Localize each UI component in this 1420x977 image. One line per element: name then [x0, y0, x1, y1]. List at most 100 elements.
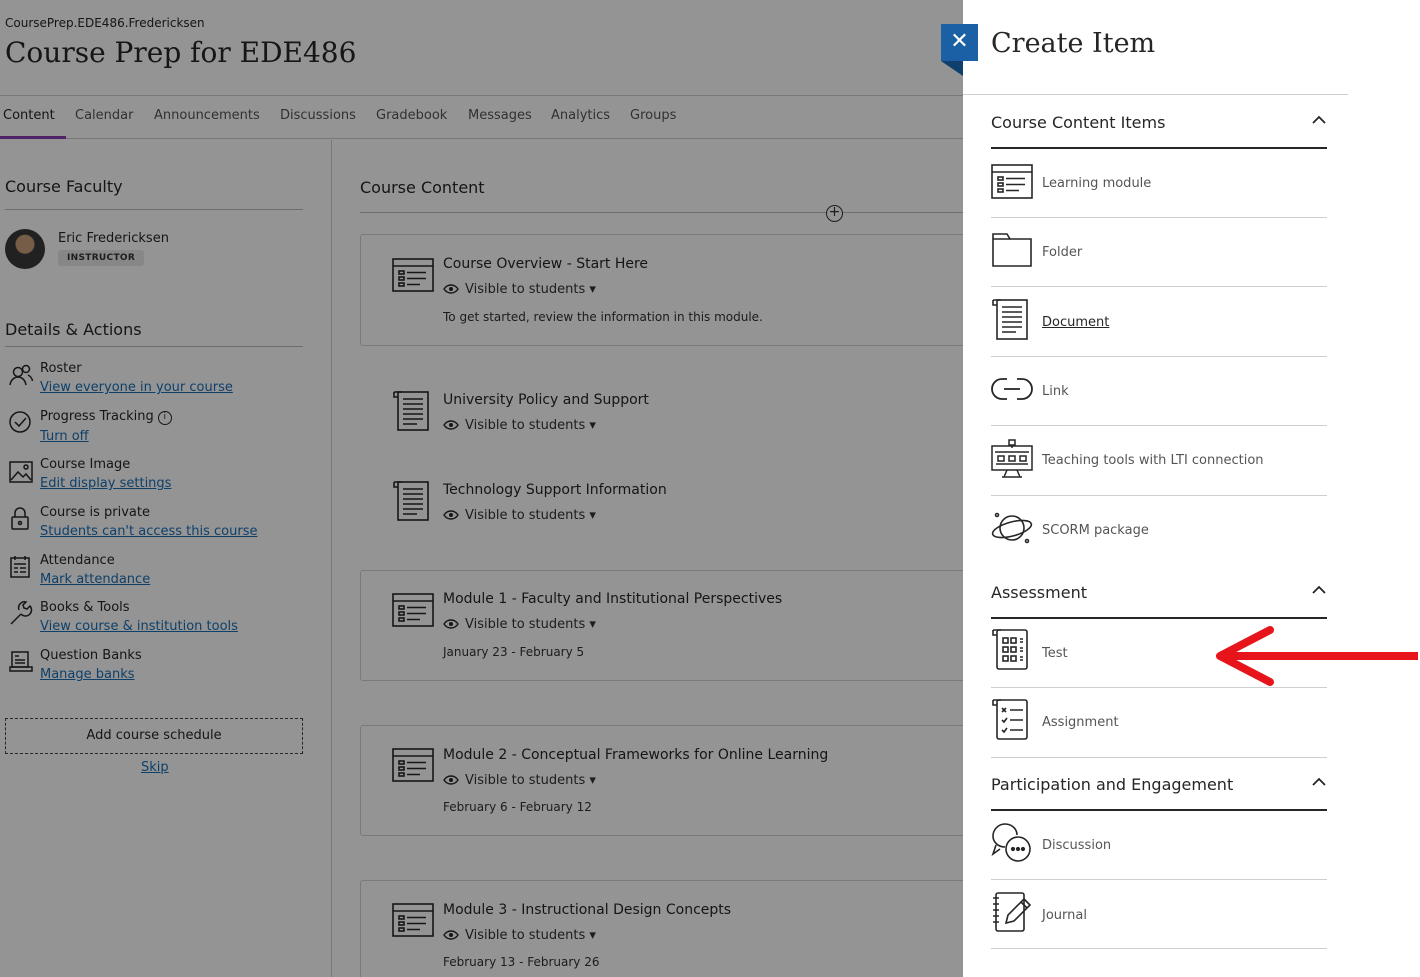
course-page: CoursePrep.EDE486.Fredericksen Course Pr…: [0, 0, 963, 977]
course-id: CoursePrep.EDE486.Fredericksen: [5, 16, 205, 30]
roster-title: Roster: [40, 361, 82, 376]
tab-discussions[interactable]: Discussions: [280, 108, 356, 123]
role-badge: INSTRUCTOR: [58, 250, 145, 266]
content-item-title[interactable]: Module 2 - Conceptual Frameworks for Onl…: [443, 747, 828, 763]
avatar[interactable]: [5, 229, 45, 269]
progress-tracking-title: Progress Tracking i: [40, 409, 172, 425]
divider: [991, 757, 1327, 758]
group-heading-participation[interactable]: Participation and Engagement: [991, 775, 1233, 794]
group-divider: [991, 147, 1327, 149]
question-bank-icon: [9, 651, 33, 672]
course-content-heading: Course Content: [360, 178, 485, 197]
divider: [360, 212, 963, 213]
divider: [991, 425, 1327, 426]
visibility-dropdown[interactable]: Visible to students ▾: [443, 617, 596, 632]
create-assignment[interactable]: Assignment: [1042, 715, 1119, 730]
create-lti-tool[interactable]: Teaching tools with LTI connection: [1042, 453, 1264, 468]
tab-analytics[interactable]: Analytics: [551, 108, 610, 123]
journal-icon: [993, 892, 1032, 932]
lock-icon: [11, 507, 29, 530]
books-tools-link[interactable]: View course & institution tools: [40, 619, 238, 634]
content-item-title[interactable]: Technology Support Information: [443, 482, 667, 498]
group-divider: [991, 617, 1327, 619]
divider: [5, 209, 303, 210]
faculty-name[interactable]: Eric Fredericksen: [58, 231, 169, 246]
progress-tracking-link[interactable]: Turn off: [40, 429, 89, 444]
folder-icon: [992, 233, 1032, 267]
course-nav: Content Calendar Announcements Discussio…: [0, 95, 963, 139]
link-icon: [991, 378, 1033, 400]
chevron-up-icon[interactable]: [1311, 585, 1327, 595]
visibility-dropdown[interactable]: Visible to students ▾: [443, 928, 596, 943]
test-icon: [992, 629, 1028, 670]
create-learning-module[interactable]: Learning module: [1042, 176, 1151, 191]
document-icon: [393, 481, 429, 521]
course-image-link[interactable]: Edit display settings: [40, 476, 171, 491]
visibility-dropdown[interactable]: Visible to students ▾: [443, 282, 596, 297]
tab-gradebook[interactable]: Gradebook: [376, 108, 447, 123]
divider: [991, 286, 1327, 287]
active-tab-indicator: [0, 136, 66, 139]
divider: [991, 495, 1327, 496]
group-heading-course-content[interactable]: Course Content Items: [991, 113, 1165, 132]
create-test[interactable]: Test: [1042, 646, 1068, 661]
tab-messages[interactable]: Messages: [468, 108, 532, 123]
wrench-icon: [10, 601, 33, 625]
discussion-icon: [991, 823, 1031, 862]
learning-module-icon: [392, 748, 434, 782]
visibility-dropdown[interactable]: Visible to students ▾: [443, 773, 596, 788]
content-item-title[interactable]: University Policy and Support: [443, 392, 649, 408]
content-item-title[interactable]: Module 3 - Instructional Design Concepts: [443, 902, 731, 918]
divider: [963, 94, 1348, 95]
books-tools-title: Books & Tools: [40, 600, 130, 615]
tab-content[interactable]: Content: [3, 108, 55, 123]
create-document[interactable]: Document: [1042, 315, 1109, 330]
group-divider: [991, 809, 1327, 811]
create-folder[interactable]: Folder: [1042, 245, 1082, 260]
panel-title: Create Item: [991, 28, 1156, 59]
group-heading-assessment[interactable]: Assessment: [991, 583, 1087, 602]
content-item-title[interactable]: Course Overview - Start Here: [443, 256, 648, 272]
divider: [5, 346, 303, 347]
content-item-description: To get started, review the information i…: [443, 310, 763, 324]
details-heading: Details & Actions: [5, 320, 142, 339]
eye-icon: [443, 510, 459, 520]
divider: [991, 879, 1327, 880]
progress-check-icon: [9, 411, 31, 433]
attendance-link[interactable]: Mark attendance: [40, 572, 150, 587]
eye-icon: [443, 284, 459, 294]
question-banks-link[interactable]: Manage banks: [40, 667, 135, 682]
skip-link[interactable]: Skip: [141, 760, 169, 775]
close-button-tail: [941, 61, 963, 76]
create-scorm-package[interactable]: SCORM package: [1042, 523, 1149, 538]
eye-icon: [443, 420, 459, 430]
create-discussion[interactable]: Discussion: [1042, 838, 1111, 853]
learning-module-icon: [392, 903, 434, 937]
eye-icon: [443, 930, 459, 940]
document-icon: [992, 299, 1028, 340]
content-item-description: January 23 - February 5: [443, 645, 585, 659]
add-course-schedule-button[interactable]: Add course schedule: [5, 718, 303, 754]
visibility-dropdown[interactable]: Visible to students ▾: [443, 508, 596, 523]
faculty-heading: Course Faculty: [5, 177, 123, 196]
visibility-dropdown[interactable]: Visible to students ▾: [443, 418, 596, 433]
tab-groups[interactable]: Groups: [630, 108, 676, 123]
create-link[interactable]: Link: [1042, 384, 1069, 399]
learning-module-icon: [392, 258, 434, 292]
chevron-up-icon[interactable]: [1311, 115, 1327, 125]
chevron-up-icon[interactable]: [1311, 777, 1327, 787]
tab-calendar[interactable]: Calendar: [75, 108, 133, 123]
question-banks-title: Question Banks: [40, 648, 142, 663]
course-image-title: Course Image: [40, 457, 131, 472]
privacy-link[interactable]: Students can't access this course: [40, 524, 257, 539]
add-content-icon[interactable]: +: [826, 205, 843, 222]
content-item-title[interactable]: Module 1 - Faculty and Institutional Per…: [443, 591, 782, 607]
image-icon: [9, 461, 33, 483]
close-icon[interactable]: ✕: [941, 24, 978, 61]
attendance-title: Attendance: [40, 553, 115, 568]
roster-link[interactable]: View everyone in your course: [40, 380, 233, 395]
create-journal[interactable]: Journal: [1042, 908, 1087, 923]
info-icon[interactable]: i: [157, 411, 172, 425]
tab-announcements[interactable]: Announcements: [154, 108, 260, 123]
eye-icon: [443, 619, 459, 629]
